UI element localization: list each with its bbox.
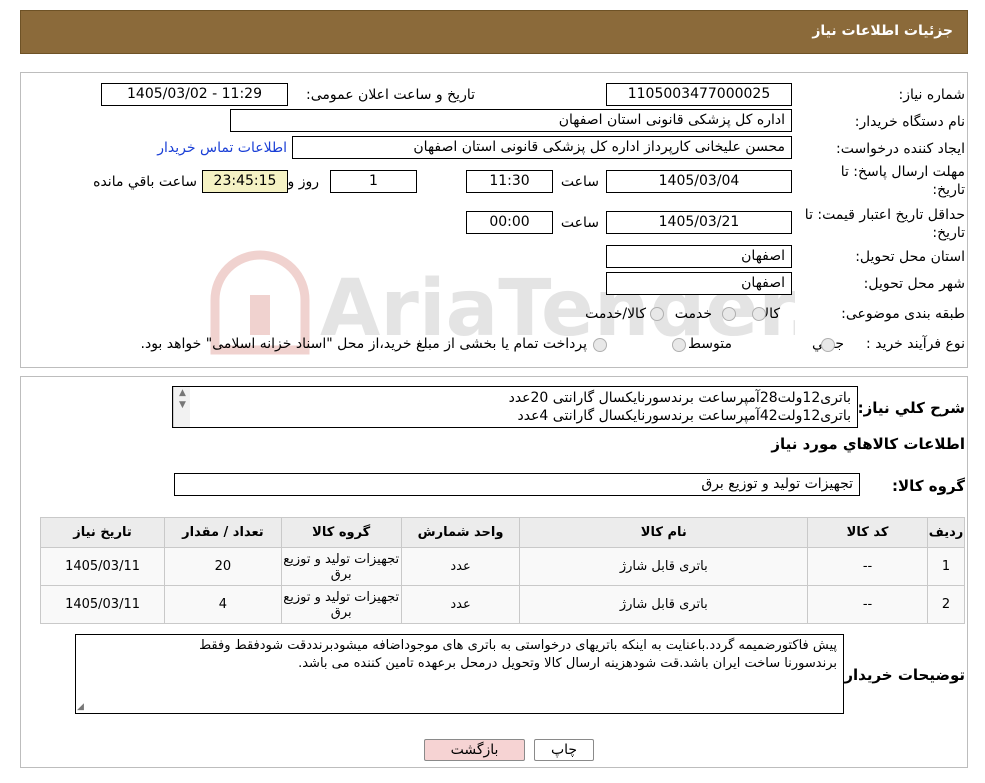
need-number-label: شماره نیاز: [898, 87, 966, 103]
description-line-2: باتری12ولت42آمپرساعت برندسورنایکسال گارا… [517, 408, 851, 424]
col-group-header: گروه کالا [280, 517, 402, 548]
validity-label-2: تاریخ: [932, 225, 965, 241]
category-option-goods-radio[interactable] [752, 307, 766, 321]
print-button[interactable]: چاپ [534, 739, 594, 761]
buyer-org-field: اداره کل پزشکی قانونی استان اصفهان [230, 109, 792, 132]
goods-group-label: گروه کالا: [892, 477, 965, 495]
scroll-down-icon[interactable]: ▼ [174, 399, 191, 411]
buyer-notes-textarea[interactable]: پیش فاکتورضمیمه گردد.باعنایت به اینکه با… [75, 634, 844, 714]
city-label: شهر محل تحویل: [863, 276, 965, 292]
province-label: استان محل تحویل: [855, 249, 965, 265]
days-label: روز و [287, 174, 320, 190]
table-row: 1 -- باتری قابل شارژ عدد تجهیزات تولید و… [39, 547, 966, 586]
description-scrollbar[interactable]: ▲ ▼ [173, 387, 190, 427]
deadline-time-field: 11:30 [466, 170, 553, 193]
contact-buyer-link[interactable]: اطلاعات تماس خریدار [157, 140, 287, 156]
table-header-row: ردیف کد کالا نام کالا واحد شمارش گروه کا… [39, 517, 966, 548]
category-option-service-label: خدمت [674, 306, 712, 322]
cell-qty: 4 [164, 585, 282, 624]
col-qty-header: تعداد / مقدار [164, 517, 282, 548]
buyer-notes-line-2: برندسورنا ساخت ایران باشد.قت شودهزینه ار… [298, 656, 837, 671]
deadline-date-field: 1405/03/04 [606, 170, 792, 193]
col-name-header: نام کالا [519, 517, 809, 548]
resize-grip-icon[interactable]: ◢ [77, 702, 84, 712]
deadline-label-2: تاریخ: [932, 182, 965, 198]
province-field: اصفهان [606, 245, 792, 268]
cell-unit: عدد [400, 585, 521, 624]
goods-group-field: تجهیزات تولید و توزیع برق [174, 473, 860, 496]
deadline-label: مهلت ارسال پاسخ: تا [840, 164, 965, 180]
col-date-header: تاریخ نیاز [39, 517, 166, 548]
cell-name: باتری قابل شارژ [519, 585, 809, 624]
scroll-up-icon[interactable]: ▲ [174, 387, 191, 399]
cell-date: 1405/03/11 [39, 547, 166, 586]
cell-date: 1405/03/11 [39, 585, 166, 624]
description-line-1: باتری12ولت28آمپرساعت برندسورنایکسال گارا… [508, 390, 851, 406]
remaining-label: ساعت باقي مانده [93, 174, 197, 190]
table-row: 2 -- باتری قابل شارژ عدد تجهیزات تولید و… [39, 585, 966, 624]
need-number-field: 1105003477000025 [606, 83, 792, 106]
remaining-time-field: 23:45:15 [202, 170, 288, 193]
cell-qty: 20 [164, 547, 282, 586]
city-field: اصفهان [606, 272, 792, 295]
days-field: 1 [330, 170, 417, 193]
items-table: ردیف کد کالا نام کالا واحد شمارش گروه کا… [39, 517, 966, 624]
category-option-both-radio[interactable] [650, 307, 664, 321]
validity-time-field: 00:00 [466, 211, 553, 234]
description-label: شرح کلي نياز: [857, 399, 965, 417]
description-textarea[interactable]: باتری12ولت28آمپرساعت برندسورنایکسال گارا… [172, 386, 858, 428]
cell-name: باتری قابل شارژ [519, 547, 809, 586]
creator-field: محسن علیخانی کارپرداز اداره کل پزشکی قان… [292, 136, 792, 159]
process-option-medium-radio[interactable] [672, 338, 686, 352]
validity-label: حداقل تاریخ اعتبار قیمت: تا [804, 207, 965, 223]
page-title: جزئیات اطلاعات نیاز [812, 23, 953, 39]
process-option-medium-label: متوسط [688, 336, 732, 352]
treasury-payment-checkbox[interactable] [593, 338, 607, 352]
buyer-notes-line-1: پیش فاکتورضمیمه گردد.باعنایت به اینکه با… [199, 638, 837, 653]
cell-group: تجهیزات تولید و توزیع برق [280, 547, 402, 586]
deadline-time-label: ساعت [560, 174, 599, 190]
validity-date-field: 1405/03/21 [606, 211, 792, 234]
goods-info-title: اطلاعات کالاهاي مورد نياز [771, 435, 965, 453]
category-option-service-radio[interactable] [722, 307, 736, 321]
col-unit-header: واحد شمارش [400, 517, 521, 548]
announce-label: تاریخ و ساعت اعلان عمومی: [306, 87, 475, 103]
col-code-header: کد کالا [807, 517, 928, 548]
buyer-notes-label: توضیحات خریدار: [838, 666, 965, 684]
creator-label: ایجاد کننده درخواست: [836, 141, 965, 157]
cell-row: 2 [926, 585, 966, 624]
process-note: پرداخت تمام یا بخشی از مبلغ خرید،از محل … [140, 336, 587, 352]
buyer-org-label: نام دستگاه خریدار: [854, 114, 965, 130]
process-option-minor-radio[interactable] [821, 338, 835, 352]
cell-unit: عدد [400, 547, 521, 586]
cell-row: 1 [926, 547, 966, 586]
page-header: جزئیات اطلاعات نیاز [20, 10, 968, 54]
category-option-both-label: کالا/خدمت [585, 306, 646, 322]
process-label: نوع فرآیند خرید : [866, 336, 965, 352]
cell-code: -- [807, 547, 928, 586]
cell-group: تجهیزات تولید و توزیع برق [280, 585, 402, 624]
announce-field: 1405/03/02 - 11:29 [101, 83, 288, 106]
col-row-header: ردیف [926, 517, 966, 548]
cell-code: -- [807, 585, 928, 624]
category-label: طبقه بندی موضوعی: [841, 306, 965, 322]
validity-time-label: ساعت [560, 215, 599, 231]
back-button[interactable]: بازگشت [424, 739, 525, 761]
